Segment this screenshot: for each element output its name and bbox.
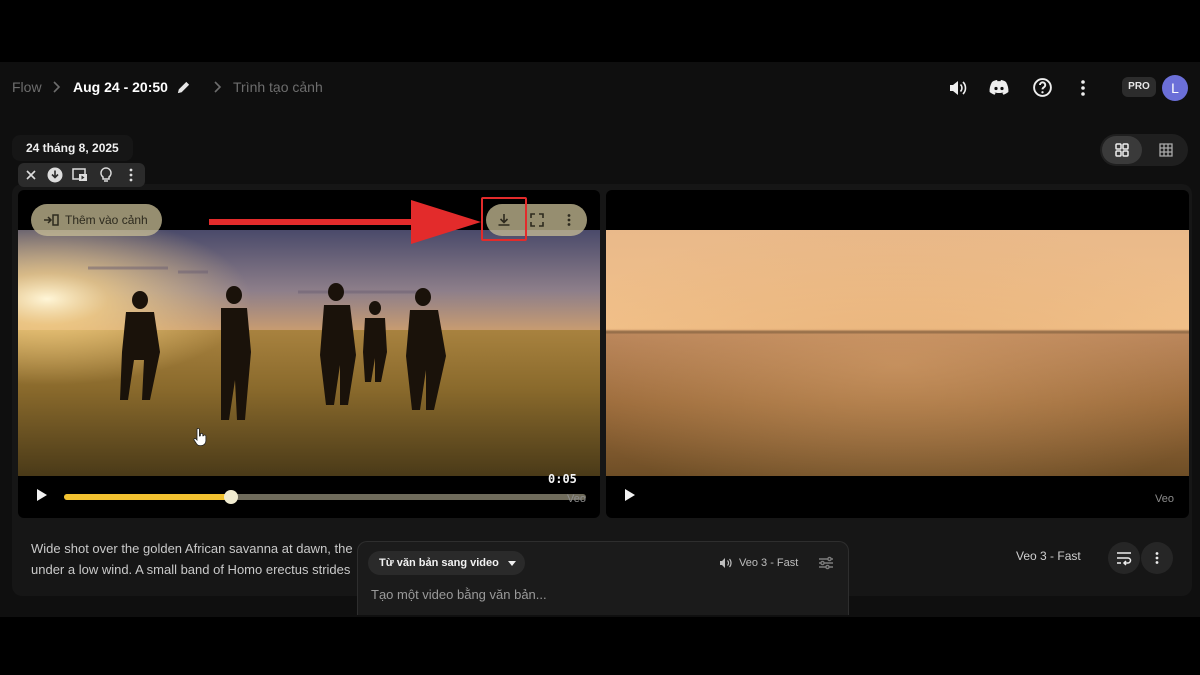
- grid-2x2-view-button[interactable]: [1102, 136, 1142, 164]
- video-timestamp: 0:05: [548, 472, 577, 486]
- settings-sliders-icon[interactable]: [818, 555, 834, 571]
- add-to-scene-button[interactable]: Thêm vào cảnh: [31, 204, 162, 236]
- breadcrumb-current: Trình tạo cảnh: [233, 79, 323, 95]
- video-frame-savanna-walkers[interactable]: [18, 230, 600, 476]
- generation-mode-dropdown[interactable]: Từ văn bản sang video: [368, 551, 525, 575]
- add-to-scene-icon[interactable]: [71, 166, 89, 184]
- wrap-text-icon: [1117, 552, 1132, 566]
- breadcrumb-root[interactable]: Flow: [12, 78, 42, 96]
- play-icon[interactable]: [35, 488, 49, 502]
- prompt-composer: Từ văn bản sang video Veo 3 - Fast: [357, 541, 849, 615]
- video-card[interactable]: Veo: [606, 190, 1189, 518]
- date-group-label: 24 tháng 8, 2025: [12, 135, 133, 161]
- veo-watermark: Veo: [567, 493, 586, 505]
- veo-watermark: Veo: [1155, 493, 1174, 505]
- generation-mode-label: Từ văn bản sang video: [379, 557, 499, 569]
- reuse-prompt-button[interactable]: [1108, 542, 1140, 574]
- more-vert-icon: [1155, 552, 1159, 564]
- top-bar: Flow Aug 24 - 20:50 Trình tạo cảnh PRO L: [0, 62, 1200, 112]
- grid-3x3-view-button[interactable]: [1146, 136, 1186, 164]
- grid-2x2-icon: [1115, 143, 1129, 157]
- video-frame-empty-savanna[interactable]: [606, 230, 1189, 476]
- hand-cursor-icon: [193, 428, 207, 446]
- model-name: Veo 3 - Fast: [739, 557, 799, 569]
- view-toggle: [1100, 134, 1188, 166]
- close-icon[interactable]: [22, 166, 40, 184]
- selection-toolbar: [18, 163, 145, 187]
- speaker-icon[interactable]: [947, 78, 967, 98]
- chevron-right-icon: [48, 79, 64, 95]
- play-icon[interactable]: [623, 488, 637, 502]
- idea-icon[interactable]: [97, 166, 115, 184]
- edit-pencil-icon[interactable]: [176, 80, 191, 95]
- model-selector[interactable]: Veo 3 - Fast: [713, 551, 798, 575]
- video-progress-bar[interactable]: [64, 490, 586, 504]
- more-vert-icon[interactable]: [1076, 78, 1090, 98]
- generated-model-label: Veo 3 - Fast: [1016, 549, 1081, 563]
- progress-handle[interactable]: [224, 490, 239, 504]
- speaker-icon: [720, 558, 732, 568]
- add-to-scene-icon: [44, 214, 59, 226]
- annotation-arrow: [205, 196, 485, 248]
- plan-badge: PRO: [1122, 77, 1156, 97]
- chevron-right-icon: [209, 79, 225, 95]
- progress-fill: [64, 494, 232, 500]
- download-icon[interactable]: [46, 166, 64, 184]
- help-icon[interactable]: [1032, 77, 1053, 98]
- grid-3x3-icon: [1159, 143, 1173, 157]
- fullscreen-icon[interactable]: [529, 212, 545, 228]
- breadcrumb-project[interactable]: Aug 24 - 20:50: [73, 78, 168, 96]
- caret-down-icon: [507, 561, 516, 566]
- more-vert-icon[interactable]: [122, 166, 140, 184]
- prompt-text: Wide shot over the golden African savann…: [31, 541, 353, 577]
- more-vert-icon[interactable]: [561, 212, 577, 228]
- prompt-input[interactable]: [371, 587, 831, 602]
- avatar[interactable]: L: [1162, 75, 1188, 101]
- discord-icon[interactable]: [988, 78, 1010, 98]
- more-options-button[interactable]: [1141, 542, 1173, 574]
- add-to-scene-label: Thêm vào cảnh: [65, 213, 148, 227]
- annotation-highlight-box: [481, 197, 527, 241]
